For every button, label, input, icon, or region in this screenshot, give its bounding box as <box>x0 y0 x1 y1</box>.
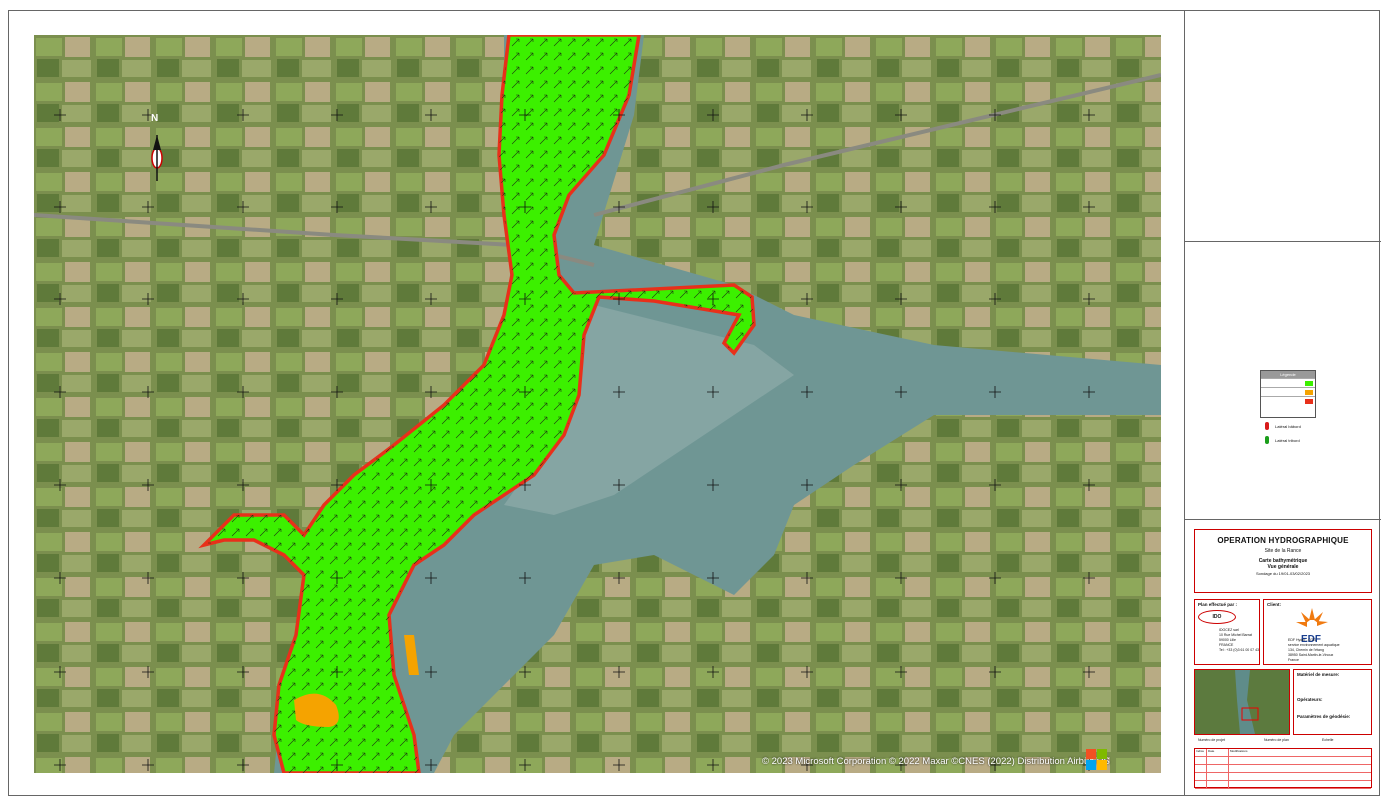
ido-logo: IDO <box>1198 610 1236 624</box>
plan-number-label: Numéro de plan <box>1264 738 1289 742</box>
measure-details <box>1294 679 1371 695</box>
starboard-buoy-icon <box>1265 436 1269 444</box>
overview-map <box>1195 670 1289 734</box>
operators-details <box>1294 704 1371 712</box>
operators-heading: Opérateurs: <box>1297 697 1323 702</box>
indicator-starboard-label: Latéral tribord <box>1275 437 1300 443</box>
legend-title: Légende <box>1261 371 1315 378</box>
indicator-port: Latéral bâbord <box>1265 422 1301 430</box>
address-line: Tel : +33 (0)3 61 00 07 43 <box>1219 648 1259 652</box>
address-line: France <box>1288 658 1299 662</box>
revision-table: Indice Date Modifications <box>1194 748 1372 789</box>
measure-heading: Matériel de mesure: <box>1297 672 1340 677</box>
map-copyright: © 2023 Microsoft Corporation © 2022 Maxa… <box>762 756 1110 767</box>
plan-title: OPERATION HYDROGRAPHIQUE <box>1217 536 1349 545</box>
map-canvas <box>34 35 1161 773</box>
empty-panel-top <box>1185 10 1381 242</box>
performed-by-heading: Plan effectué par : <box>1198 602 1238 607</box>
revision-row <box>1195 765 1371 773</box>
legend-swatch-red <box>1305 398 1313 404</box>
legend-box: Légende <box>1260 370 1316 418</box>
performed-by-box: Plan effectué par : IDO IDOCEZ sarl 10 R… <box>1194 599 1260 665</box>
geodesy-heading: Paramètres de géodésie: <box>1297 714 1351 719</box>
north-label: N <box>151 113 159 124</box>
legend-row <box>1261 387 1315 396</box>
legend-row <box>1261 396 1315 405</box>
client-address: EDF Hydro - DTG service environnement aq… <box>1288 638 1340 663</box>
info-box: Matériel de mesure: Opérateurs: Paramètr… <box>1293 669 1372 735</box>
revision-row <box>1195 781 1371 789</box>
indicator-port-label: Latéral bâbord <box>1275 423 1301 429</box>
port-buoy-icon <box>1265 422 1269 430</box>
scale-label: Echelle <box>1322 738 1334 742</box>
revision-header-modifications: Modifications <box>1230 749 1248 753</box>
performed-by-address: IDOCEZ sarl 10 Rue Michel Barrat 59000 L… <box>1219 628 1259 653</box>
legend-swatch-orange <box>1305 389 1313 395</box>
title-block: OPERATION HYDROGRAPHIQUE Site de la Ranc… <box>1194 529 1372 593</box>
bathymetric-map[interactable]: N <box>34 35 1161 773</box>
survey-date: Sondage du 19/01-03/02/2023 <box>1255 571 1311 576</box>
revision-header-index: Indice <box>1195 749 1207 756</box>
overview-map-box <box>1194 669 1290 735</box>
revision-header-date: Date <box>1207 749 1229 756</box>
revision-header: Indice Date Modifications <box>1195 749 1371 757</box>
revision-row <box>1195 773 1371 781</box>
revision-row <box>1195 757 1371 765</box>
legend-swatch-green <box>1305 380 1313 386</box>
indicator-starboard: Latéral tribord <box>1265 436 1300 444</box>
site-name: Site de la Rance <box>1264 548 1302 554</box>
legend-row <box>1261 378 1315 387</box>
project-number-label: Numéro de projet <box>1198 738 1226 742</box>
map-view: Vue générale <box>1267 564 1299 570</box>
legend-panel: Légende Latéral bâbord Latéral tribord <box>1185 242 1381 520</box>
windows-logo-icon <box>1086 749 1108 771</box>
client-box: Client: EDF EDF Hydro - DTG service envi… <box>1263 599 1372 665</box>
